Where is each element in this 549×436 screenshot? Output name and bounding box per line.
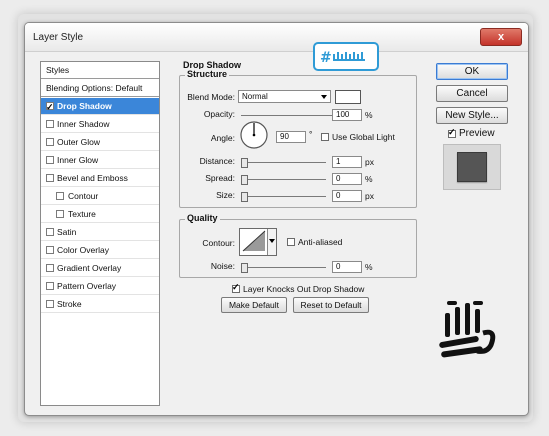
contour-picker[interactable] xyxy=(239,228,277,256)
contour-linear-icon xyxy=(242,230,266,252)
drop-shadow-checkbox[interactable] xyxy=(46,99,54,116)
opacity-unit: % xyxy=(365,110,373,120)
distance-slider-thumb[interactable] xyxy=(241,158,248,168)
spread-input[interactable]: 0 xyxy=(332,173,362,185)
style-item-bevel-emboss[interactable]: Bevel and Emboss xyxy=(41,170,159,187)
anti-aliased-checkbox[interactable] xyxy=(287,238,295,246)
style-item-texture[interactable]: Texture xyxy=(41,206,159,223)
distance-input[interactable]: 1 xyxy=(332,156,362,168)
preview-label: Preview xyxy=(459,128,495,139)
reset-to-default-button[interactable]: Reset to Default xyxy=(293,297,369,313)
distance-slider[interactable] xyxy=(241,158,326,168)
satin-checkbox[interactable] xyxy=(46,228,54,236)
preview-swatch xyxy=(457,152,487,182)
style-item-contour[interactable]: Contour xyxy=(41,188,159,205)
new-style-button[interactable]: New Style... xyxy=(436,107,508,124)
anti-aliased-label: Anti-aliased xyxy=(298,237,343,247)
close-button[interactable]: x xyxy=(480,28,522,46)
color-overlay-checkbox[interactable] xyxy=(46,246,54,254)
layer-knocks-out-label: Layer Knocks Out Drop Shadow xyxy=(243,284,365,294)
noise-slider[interactable] xyxy=(241,263,326,273)
style-item-outer-glow[interactable]: Outer Glow xyxy=(41,134,159,151)
cancel-button[interactable]: Cancel xyxy=(436,85,508,102)
site-logo-icon xyxy=(439,301,496,358)
noise-unit: % xyxy=(365,262,373,272)
blending-options[interactable]: Blending Options: Default xyxy=(41,80,159,97)
ok-button[interactable]: OK xyxy=(436,63,508,80)
structure-title: Structure xyxy=(185,69,230,79)
noise-slider-thumb[interactable] xyxy=(241,263,248,273)
style-item-inner-glow[interactable]: Inner Glow xyxy=(41,152,159,169)
quality-title: Quality xyxy=(185,213,220,223)
close-icon: x xyxy=(497,31,505,43)
angle-input[interactable]: 90 xyxy=(276,131,306,143)
style-item-inner-shadow[interactable]: Inner Shadow xyxy=(41,116,159,133)
opacity-input[interactable]: 100 xyxy=(332,109,362,121)
styles-header[interactable]: Styles xyxy=(41,62,159,79)
make-default-button[interactable]: Make Default xyxy=(221,297,287,313)
size-slider-thumb[interactable] xyxy=(241,192,248,202)
watermark-logo-icon: # xyxy=(320,50,365,66)
inner-shadow-checkbox[interactable] xyxy=(46,120,54,128)
pattern-overlay-checkbox[interactable] xyxy=(46,282,54,290)
angle-unit: ° xyxy=(309,129,313,139)
style-item-drop-shadow[interactable]: Drop Shadow xyxy=(41,98,159,116)
spread-slider[interactable] xyxy=(241,175,326,185)
blend-mode-select[interactable]: Normal xyxy=(238,90,331,103)
angle-label: Angle: xyxy=(210,133,235,143)
chevron-down-icon xyxy=(321,95,327,99)
contour-checkbox[interactable] xyxy=(56,192,64,200)
spread-unit: % xyxy=(365,174,373,184)
texture-checkbox[interactable] xyxy=(56,210,64,218)
watermark-badge: # xyxy=(313,42,379,71)
stroke-checkbox[interactable] xyxy=(46,300,54,308)
svg-text:#: # xyxy=(320,50,332,66)
contour-label: Contour: xyxy=(202,238,235,248)
bevel-emboss-checkbox[interactable] xyxy=(46,174,54,182)
noise-label: Noise: xyxy=(210,261,235,271)
size-input[interactable]: 0 xyxy=(332,190,362,202)
style-item-pattern-overlay[interactable]: Pattern Overlay xyxy=(41,278,159,295)
opacity-label: Opacity: xyxy=(203,109,235,119)
spread-label: Spread: xyxy=(205,173,235,183)
style-item-gradient-overlay[interactable]: Gradient Overlay xyxy=(41,260,159,277)
preview-checkbox[interactable] xyxy=(448,127,456,138)
spread-slider-thumb[interactable] xyxy=(241,175,248,185)
distance-label: Distance: xyxy=(199,156,235,166)
shadow-color-swatch[interactable] xyxy=(335,90,361,104)
layer-style-dialog: Layer Style x Styles Blending Options: D… xyxy=(24,22,529,416)
outer-glow-checkbox[interactable] xyxy=(46,138,54,146)
use-global-light-checkbox[interactable] xyxy=(321,133,329,141)
layer-knocks-out-checkbox[interactable] xyxy=(232,282,240,293)
window-title: Layer Style xyxy=(33,32,84,43)
noise-input[interactable]: 0 xyxy=(332,261,362,273)
chevron-down-icon xyxy=(269,239,275,243)
size-label: Size: xyxy=(216,190,235,200)
angle-dial[interactable] xyxy=(239,120,269,150)
preview-thumbnail xyxy=(443,144,501,190)
gradient-overlay-checkbox[interactable] xyxy=(46,264,54,272)
styles-list: Styles Blending Options: Default Drop Sh… xyxy=(40,61,160,406)
inner-glow-checkbox[interactable] xyxy=(46,156,54,164)
style-item-satin[interactable]: Satin xyxy=(41,224,159,241)
blend-mode-label: Blend Mode: xyxy=(187,92,235,102)
contour-dropdown[interactable] xyxy=(267,229,276,255)
use-global-light-label: Use Global Light xyxy=(332,132,395,142)
size-slider[interactable] xyxy=(241,192,326,202)
style-item-stroke[interactable]: Stroke xyxy=(41,296,159,313)
distance-unit: px xyxy=(365,157,374,167)
style-item-color-overlay[interactable]: Color Overlay xyxy=(41,242,159,259)
size-unit: px xyxy=(365,191,374,201)
title-bar: Layer Style x xyxy=(25,23,528,52)
